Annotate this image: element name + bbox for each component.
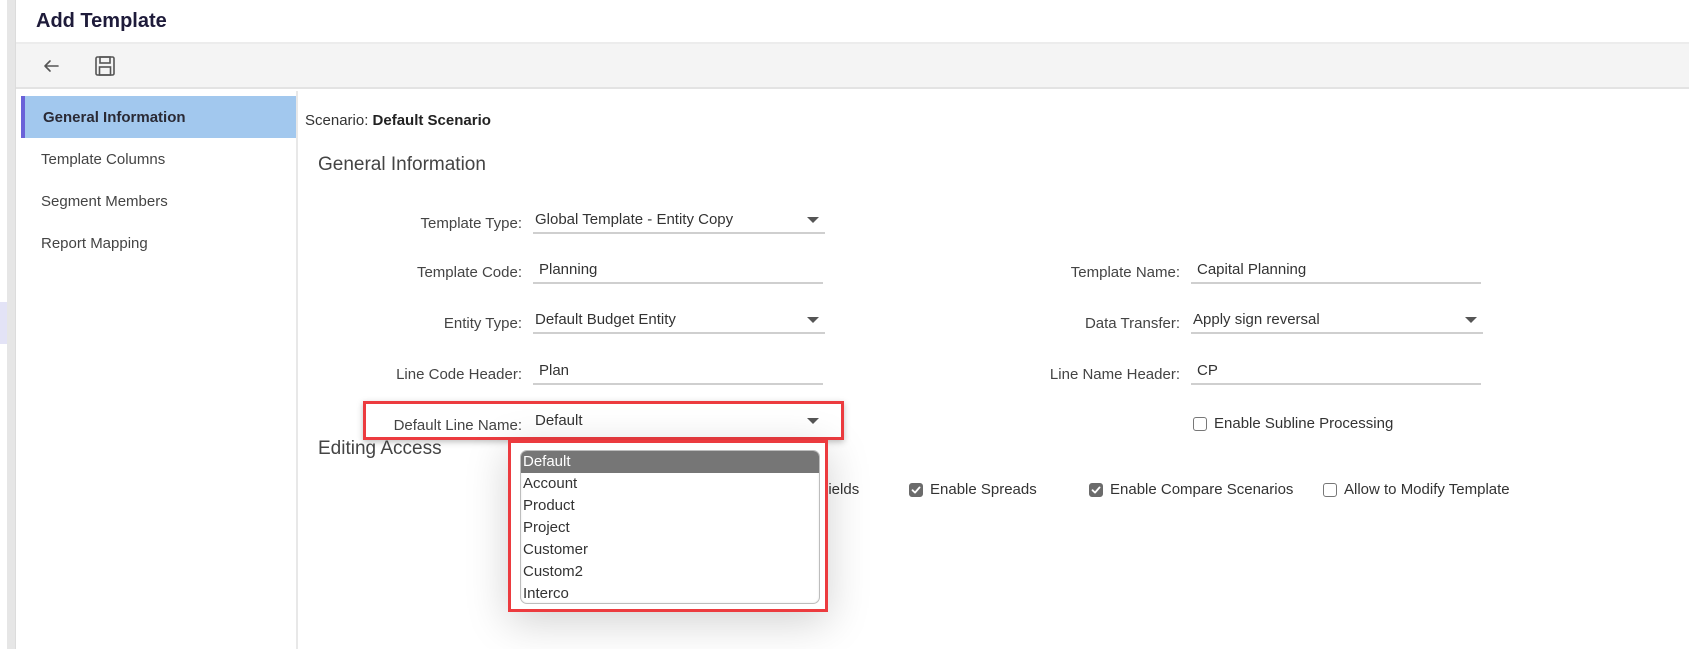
page-title: Add Template [36, 9, 167, 32]
default-line-name-value: Default [535, 411, 583, 429]
sidebar-item-general-information[interactable]: General Information [21, 96, 296, 138]
allow-modify-template-checkbox[interactable]: Allow to Modify Template [1323, 481, 1510, 498]
entity-type-select[interactable]: Default Budget Entity [533, 306, 825, 334]
enable-spreads-checkbox[interactable]: Enable Spreads [909, 481, 1037, 498]
dropdown-option-custom2[interactable]: Custom2 [521, 561, 819, 583]
left-rail [0, 0, 16, 649]
scenario-value: Default Scenario [372, 112, 491, 129]
data-transfer-label: Data Transfer: [1084, 315, 1180, 332]
dropdown-option-interco[interactable]: Interco [521, 583, 819, 603]
default-line-name-select[interactable]: Default [533, 407, 825, 435]
template-type-label: Template Type: [420, 215, 522, 232]
general-information-heading: General Information [318, 154, 486, 175]
line-name-header-input[interactable]: CP [1191, 357, 1481, 385]
line-name-header-label: Line Name Header: [1049, 366, 1180, 383]
body-area: General Information Template Columns Seg… [16, 91, 1689, 649]
arrow-left-icon [44, 59, 59, 72]
rail-scrollbar[interactable] [7, 0, 16, 649]
sidebar-item-report-mapping[interactable]: Report Mapping [21, 222, 296, 264]
default-line-name-dropdown: Default Account Product Project Customer… [508, 440, 828, 612]
dropdown-listbox[interactable]: Default Account Product Project Customer… [520, 450, 820, 604]
enable-compare-scenarios-checkbox[interactable]: Enable Compare Scenarios [1089, 481, 1293, 498]
default-line-name-label: Default Line Name: [393, 417, 522, 434]
checkbox-checked-icon [1089, 482, 1103, 497]
entity-type-value: Default Budget Entity [535, 310, 676, 328]
allow-modify-template-label: Allow to Modify Template [1344, 481, 1510, 498]
template-code-input[interactable]: Planning [533, 256, 823, 284]
title-bar: Add Template [16, 0, 1689, 44]
dropdown-option-project[interactable]: Project [521, 517, 819, 539]
template-name-label: Template Name: [1070, 264, 1180, 281]
checkbox-checked-icon [909, 482, 923, 497]
rail-highlight [0, 302, 7, 344]
dropdown-option-account[interactable]: Account [521, 473, 819, 495]
editing-access-heading: Editing Access [318, 438, 442, 459]
back-button[interactable] [38, 53, 64, 79]
scenario-indicator: Scenario: Default Scenario [305, 112, 491, 129]
add-template-window: Add Template General Information Templat… [16, 0, 1689, 649]
dropdown-option-default[interactable]: Default [521, 451, 819, 473]
entity-type-label: Entity Type: [443, 315, 522, 332]
template-code-value: Planning [539, 260, 598, 278]
sidebar-item-template-columns[interactable]: Template Columns [21, 138, 296, 180]
sidebar: General Information Template Columns Seg… [16, 91, 298, 649]
dropdown-option-customer[interactable]: Customer [521, 539, 819, 561]
sidebar-item-label: Template Columns [41, 150, 166, 168]
enable-compare-scenarios-label: Enable Compare Scenarios [1110, 481, 1294, 498]
save-button[interactable] [92, 53, 118, 79]
checkbox-unchecked-icon [1193, 416, 1207, 431]
line-code-header-input[interactable]: Plan [533, 357, 823, 385]
template-type-select[interactable]: Global Template - Entity Copy [533, 206, 825, 234]
floppy-disk-icon [95, 55, 115, 76]
template-name-input[interactable]: Capital Planning [1191, 256, 1481, 284]
template-code-label: Template Code: [416, 264, 522, 281]
sidebar-item-label: General Information [43, 108, 186, 126]
data-transfer-select[interactable]: Apply sign reversal [1191, 306, 1483, 334]
sidebar-item-label: Report Mapping [41, 234, 148, 252]
enable-spreads-label: Enable Spreads [930, 481, 1037, 498]
main-panel: Scenario: Default Scenario General Infor… [298, 91, 1689, 649]
chevron-down-icon [1465, 317, 1477, 323]
template-type-value: Global Template - Entity Copy [535, 210, 734, 228]
line-name-header-value: CP [1197, 361, 1218, 379]
chevron-down-icon [807, 317, 819, 323]
data-transfer-value: Apply sign reversal [1193, 310, 1320, 328]
enable-subline-processing-label: Enable Subline Processing [1214, 415, 1394, 432]
enable-subline-processing-checkbox[interactable]: Enable Subline Processing [1193, 415, 1393, 432]
toolbar [16, 44, 1689, 89]
sidebar-item-segment-members[interactable]: Segment Members [21, 180, 296, 222]
sidebar-item-label: Segment Members [41, 192, 168, 210]
line-code-header-label: Line Code Header: [396, 366, 522, 383]
chevron-down-icon [807, 418, 819, 424]
checkbox-unchecked-icon [1323, 482, 1337, 497]
scenario-label: Scenario: [305, 112, 369, 129]
chevron-down-icon [807, 217, 819, 223]
dropdown-option-product[interactable]: Product [521, 495, 819, 517]
template-name-value: Capital Planning [1197, 260, 1307, 278]
line-code-header-value: Plan [539, 361, 570, 379]
